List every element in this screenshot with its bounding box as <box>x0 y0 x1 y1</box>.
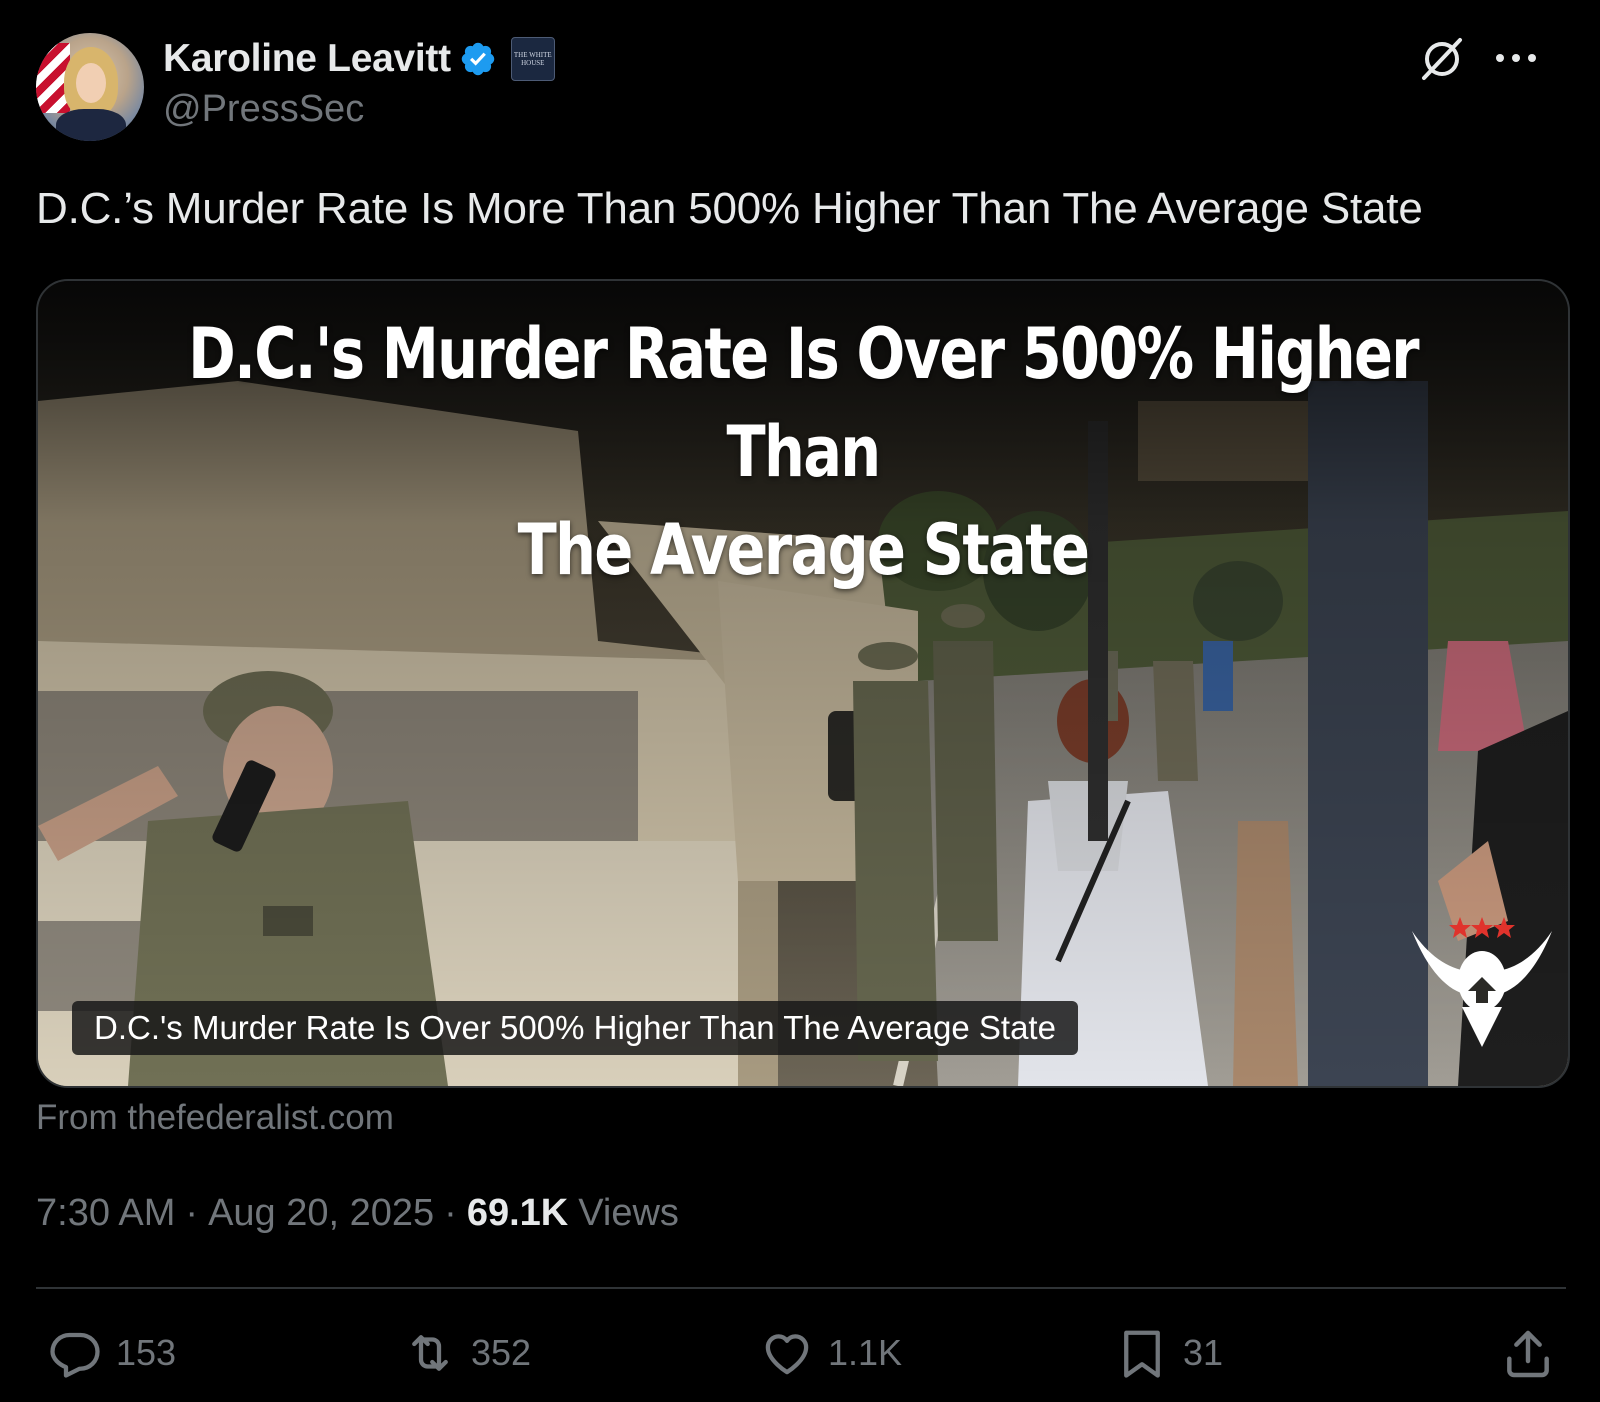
avatar[interactable] <box>36 33 144 141</box>
card-source-link[interactable]: From thefederalist.com <box>36 1098 394 1138</box>
bookmark-count: 31 <box>1183 1332 1224 1373</box>
author-display-name[interactable]: Karoline Leavitt <box>163 37 451 81</box>
avatar-face <box>76 63 106 103</box>
card-headline: D.C.'s Murder Rate Is Over 500% Higher T… <box>176 305 1431 599</box>
more-icon[interactable] <box>1494 48 1538 68</box>
avatar-body <box>56 109 126 141</box>
views-count[interactable]: 69.1K <box>467 1192 568 1235</box>
author-name-row: Karoline Leavitt THE WHITE HOUSE <box>163 35 555 83</box>
reply-count: 153 <box>116 1332 177 1373</box>
repost-count: 352 <box>471 1332 532 1373</box>
tweet-text: D.C.’s Murder Rate Is More Than 500% Hig… <box>36 184 1423 233</box>
card-headline-line-1: D.C.'s Murder Rate Is Over 500% Higher T… <box>188 313 1419 493</box>
tweet-date[interactable]: Aug 20, 2025 <box>208 1192 434 1235</box>
reply-button[interactable]: 153 <box>48 1326 176 1380</box>
views-label: Views <box>578 1192 679 1234</box>
author-handle[interactable]: @PressSec <box>163 88 364 131</box>
link-card[interactable]: D.C.'s Murder Rate Is Over 500% Higher T… <box>36 279 1570 1088</box>
affiliation-badge-text: THE WHITE HOUSE <box>513 51 552 67</box>
bookmark-icon <box>1124 1330 1160 1378</box>
reply-icon <box>50 1332 100 1378</box>
like-count: 1.1K <box>828 1332 903 1373</box>
repost-icon <box>412 1335 448 1371</box>
card-headline-line-2: The Average State <box>517 509 1090 591</box>
like-icon <box>765 1334 809 1375</box>
like-button[interactable]: 1.1K <box>760 1326 902 1380</box>
share-icon[interactable] <box>1500 1326 1556 1382</box>
meta-separator: · <box>444 1192 457 1234</box>
affiliation-badge[interactable]: THE WHITE HOUSE <box>510 37 555 81</box>
tweet-meta: 7:30 AM · Aug 20, 2025 · 69.1K Views <box>36 1192 679 1235</box>
repost-button[interactable]: 352 <box>403 1326 531 1380</box>
meta-separator: · <box>185 1192 199 1234</box>
grok-icon[interactable] <box>1418 34 1466 82</box>
bookmark-button[interactable]: 31 <box>1115 1326 1223 1380</box>
divider <box>36 1287 1566 1289</box>
tweet-time[interactable]: 7:30 AM <box>36 1192 175 1235</box>
eagle-logo-icon <box>1412 917 1552 1047</box>
verified-icon[interactable] <box>459 40 497 78</box>
video-caption: D.C.'s Murder Rate Is Over 500% Higher T… <box>72 1001 1078 1055</box>
